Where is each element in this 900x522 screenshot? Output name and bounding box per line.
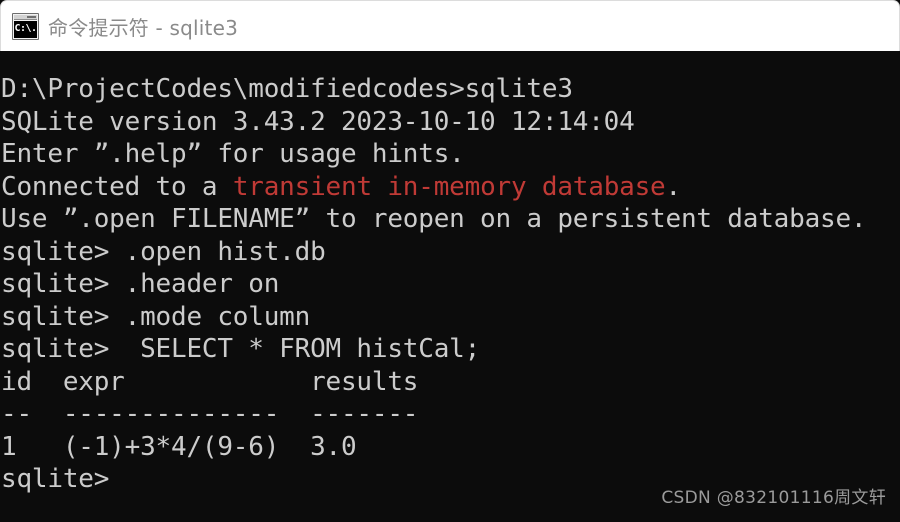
window-title: 命令提示符 - sqlite3: [48, 15, 239, 40]
line-prompt-sqlite3: D:\ProjectCodes\modifiedcodes>sqlite3: [0, 73, 900, 106]
cmd-icon-titlebar-strip: [14, 14, 37, 20]
line-cmd-header: sqlite> .header on: [0, 268, 900, 301]
line-table-row-1: 1 (-1)+3*4/(9-6) 3.0: [0, 431, 900, 464]
console-text: Enter ”.help” for usage hints.: [1, 139, 465, 169]
cmd-icon-screen-glyph: C:\.: [14, 20, 37, 38]
terminal-output-area[interactable]: D:\ProjectCodes\modifiedcodes>sqlite3 SQL…: [0, 51, 900, 522]
console-text: -- -------------- -------: [1, 399, 419, 429]
console-text: sqlite>: [1, 464, 110, 494]
line-table-rule: -- -------------- -------: [0, 398, 900, 431]
line-use-open: Use ”.open FILENAME” to reopen on a pers…: [0, 203, 900, 236]
console-text: sqlite> .mode column: [1, 301, 311, 332]
line-cmd-mode: sqlite> .mode column: [0, 301, 900, 334]
console-text: .: [665, 171, 682, 202]
console-text: sqlite> .open hist.db: [1, 236, 326, 267]
line-connected: Connected to a transient in-memory datab…: [0, 171, 900, 204]
command-prompt-window: C:\. 命令提示符 - sqlite3 D:\ProjectCodes\mod…: [0, 0, 900, 522]
cmd-prompt-icon: C:\.: [12, 12, 39, 40]
line-version: SQLite version 3.43.2 2023-10-10 12:14:0…: [0, 106, 900, 139]
line-table-header: id expr results: [0, 366, 900, 399]
console-text: 1 (-1)+3*4/(9-6) 3.0: [1, 431, 357, 462]
console-text: sqlite> .header on: [1, 269, 280, 299]
console-text: Connected to a: [1, 171, 233, 202]
csdn-watermark: CSDN @832101116周文轩: [661, 488, 886, 508]
console-line-list: D:\ProjectCodes\modifiedcodes>sqlite3 SQL…: [0, 73, 900, 496]
console-text: D:\ProjectCodes\modifiedcodes>sqlite3: [1, 74, 573, 104]
console-text: Use ”.open FILENAME” to reopen on a pers…: [1, 204, 867, 234]
console-text: id expr results: [1, 366, 419, 397]
line-cmd-select: sqlite> SELECT * FROM histCal;: [0, 333, 900, 366]
console-text: SQLite version 3.43.2 2023-10-10 12:14:0…: [1, 106, 635, 137]
line-cmd-open: sqlite> .open hist.db: [0, 236, 900, 269]
console-text: sqlite> SELECT * FROM histCal;: [1, 334, 481, 364]
console-text-highlight: transient in-memory database: [232, 171, 666, 202]
line-help-hint: Enter ”.help” for usage hints.: [0, 138, 900, 171]
window-titlebar[interactable]: C:\. 命令提示符 - sqlite3: [0, 0, 900, 51]
